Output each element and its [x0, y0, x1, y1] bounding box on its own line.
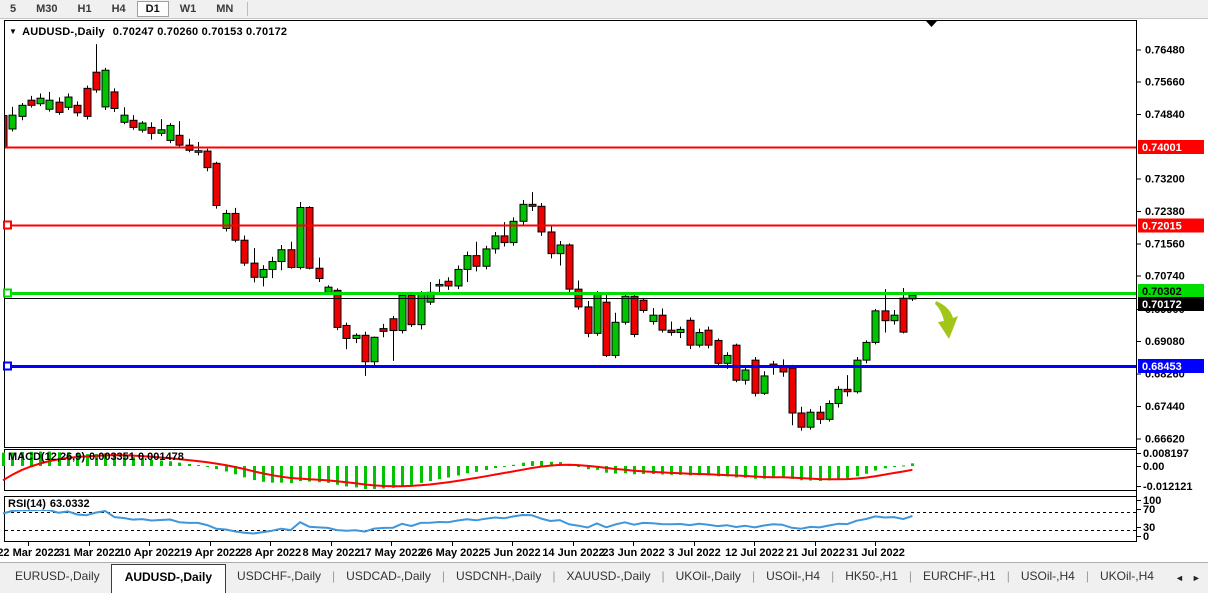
rsi-value: 63.0332: [50, 498, 90, 510]
svg-text:0.76480: 0.76480: [1145, 44, 1185, 56]
svg-text:5 Jun 2022: 5 Jun 2022: [484, 547, 540, 559]
macd-values: 0.003351 0.001478: [89, 451, 184, 463]
chart-tab-hk50-h1[interactable]: HK50-,H1: [834, 563, 909, 593]
macd-name: MACD(12,26,9): [8, 451, 85, 463]
chart-dropdown-icon[interactable]: ▼: [9, 27, 17, 36]
svg-text:0.70740: 0.70740: [1145, 271, 1185, 283]
svg-text:-0.012121: -0.012121: [1143, 481, 1193, 493]
svg-text:0.75660: 0.75660: [1145, 77, 1185, 89]
svg-text:0.71560: 0.71560: [1145, 238, 1185, 250]
svg-text:70: 70: [1143, 504, 1155, 516]
svg-text:19 Apr 2022: 19 Apr 2022: [180, 547, 241, 559]
trading-terminal-window: { "toolbar": { "timeframes": [ {"label":…: [0, 0, 1208, 593]
svg-text:17 May 2022: 17 May 2022: [359, 547, 423, 559]
timeframe-button-m30[interactable]: M30: [27, 1, 66, 17]
chart-tab-xauusd-daily[interactable]: XAUUSD-,Daily: [555, 563, 661, 593]
svg-text:12 Jul 2022: 12 Jul 2022: [725, 547, 784, 559]
svg-text:3 Jul 2022: 3 Jul 2022: [668, 547, 721, 559]
svg-text:0.73200: 0.73200: [1145, 174, 1185, 186]
chart-tab-audusd-daily[interactable]: AUDUSD-,Daily: [111, 564, 226, 593]
svg-text:0.008197: 0.008197: [1143, 448, 1189, 460]
tab-scroll-buttons: ◄►: [1165, 563, 1208, 593]
tab-scroll-left-icon[interactable]: ◄: [1175, 573, 1184, 583]
svg-text:14 Jun 2022: 14 Jun 2022: [542, 547, 604, 559]
svg-text:0.68453: 0.68453: [1142, 361, 1182, 373]
svg-text:0.72015: 0.72015: [1142, 220, 1182, 232]
chart-tab-usdchf-daily[interactable]: USDCHF-,Daily: [226, 563, 332, 593]
timeframe-button-mn[interactable]: MN: [207, 1, 242, 17]
timeframe-button-w1[interactable]: W1: [171, 1, 206, 17]
chart-tab-eurchf-h1[interactable]: EURCHF-,H1: [912, 563, 1007, 593]
chart-title: ▼ AUDUSD-,Daily 0.70247 0.70260 0.70153 0.…: [9, 26, 287, 38]
svg-text:0.74840: 0.74840: [1145, 109, 1185, 121]
macd-indicator-label: MACD(12,26,9) 0.003351 0.001478: [8, 451, 184, 463]
chart-ohlc-values: 0.70247 0.70260 0.70153 0.70172: [113, 26, 287, 38]
svg-text:10 Apr 2022: 10 Apr 2022: [119, 547, 180, 559]
svg-text:22 Mar 2022: 22 Mar 2022: [0, 547, 60, 559]
svg-text:21 Jul 2022: 21 Jul 2022: [786, 547, 845, 559]
svg-text:0.69080: 0.69080: [1145, 336, 1185, 348]
svg-text:31 Jul 2022: 31 Jul 2022: [846, 547, 905, 559]
timeframe-button-d1[interactable]: D1: [137, 1, 169, 17]
timeframe-button-h1[interactable]: H1: [69, 1, 101, 17]
svg-text:8 May 2022: 8 May 2022: [302, 547, 360, 559]
chart-tab-usoil-h4[interactable]: USOil-,H4: [755, 563, 831, 593]
symbol-tab-bar: EURUSD-,DailyAUDUSD-,DailyUSDCHF-,Daily|…: [0, 562, 1208, 593]
svg-text:0.67440: 0.67440: [1145, 401, 1185, 413]
svg-text:26 May 2022: 26 May 2022: [420, 547, 484, 559]
svg-text:0.72380: 0.72380: [1145, 206, 1185, 218]
timeframe-button-5[interactable]: 5: [1, 1, 25, 17]
chart-tab-ukoil-daily[interactable]: UKOil-,Daily: [665, 563, 752, 593]
rsi-indicator-label: RSI(14) 63.0332: [8, 498, 93, 510]
timeframe-button-h4[interactable]: H4: [103, 1, 135, 17]
toolbar-separator: [247, 2, 248, 16]
chart-tab-usdcad-daily[interactable]: USDCAD-,Daily: [335, 563, 442, 593]
timeframe-toolbar: 5M30H1H4D1W1MN: [0, 0, 1208, 19]
svg-text:28 Apr 2022: 28 Apr 2022: [240, 547, 301, 559]
svg-text:0.74001: 0.74001: [1142, 142, 1182, 154]
chart-tab-eurusd-daily[interactable]: EURUSD-,Daily: [4, 563, 111, 593]
svg-text:0.70302: 0.70302: [1142, 286, 1182, 298]
tab-scroll-right-icon[interactable]: ►: [1192, 573, 1201, 583]
chart-tab-usoil-h4[interactable]: USOil-,H4: [1010, 563, 1086, 593]
svg-text:0: 0: [1143, 531, 1149, 543]
svg-text:0.70172: 0.70172: [1142, 299, 1182, 311]
svg-text:0.66620: 0.66620: [1145, 433, 1185, 445]
svg-text:23 Jun 2022: 23 Jun 2022: [602, 547, 664, 559]
rsi-name: RSI(14): [8, 498, 46, 510]
chart-tab-ukoil-h4[interactable]: UKOil-,H4: [1089, 563, 1165, 593]
svg-text:31 Mar 2022: 31 Mar 2022: [58, 547, 120, 559]
svg-text:0.00: 0.00: [1143, 461, 1164, 473]
chart-symbol-label: AUDUSD-,Daily: [22, 26, 105, 38]
chart-tab-usdcnh-daily[interactable]: USDCNH-,Daily: [445, 563, 552, 593]
chart-canvas: 0.76480 0.75660 0.74840 0.73200 0.72380 0.715…: [0, 0, 1208, 562]
